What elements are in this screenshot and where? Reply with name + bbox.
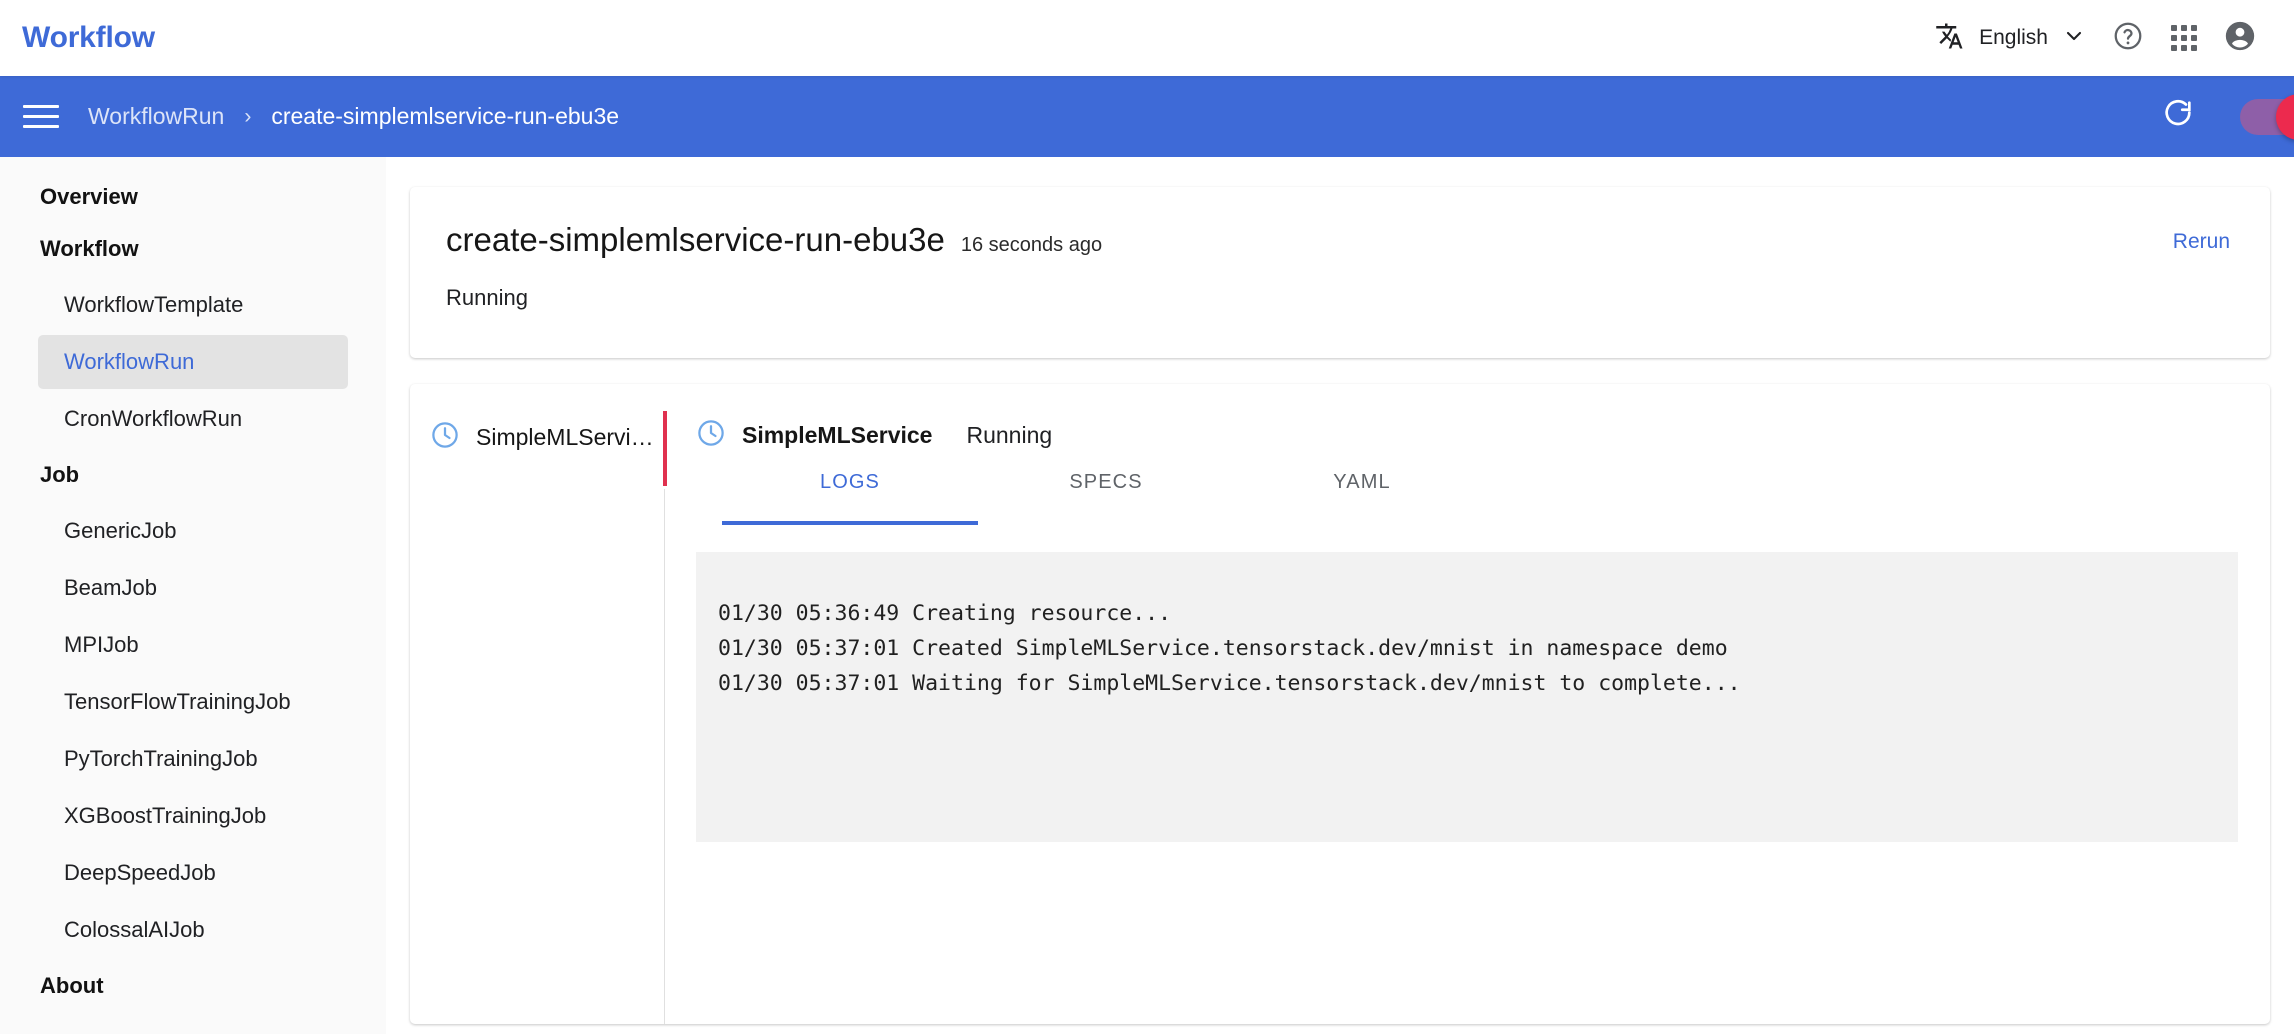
clock-icon xyxy=(696,418,726,453)
sidebar-item-deepspeedjob[interactable]: DeepSpeedJob xyxy=(38,846,348,900)
log-output[interactable]: 01/30 05:36:49 Creating resource... 01/3… xyxy=(696,552,2238,842)
sidebar-item-beamjob[interactable]: BeamJob xyxy=(38,561,348,615)
page-title: create-simplemlservice-run-ebu3e xyxy=(446,221,945,258)
node-list-panel: SimpleMLServi… xyxy=(410,384,667,1024)
account-circle-icon xyxy=(2223,19,2257,58)
sidebar-item-workflowtemplate[interactable]: WorkflowTemplate xyxy=(38,278,348,332)
apps-button[interactable] xyxy=(2156,10,2212,66)
node-item-simplemlservice[interactable]: SimpleMLServi… xyxy=(430,420,664,455)
status-badge: Running xyxy=(446,285,528,310)
tab-logs[interactable]: LOGS xyxy=(722,471,978,494)
chevron-down-icon xyxy=(2062,24,2086,53)
node-detail-header: SimpleMLService Running xyxy=(664,384,2270,453)
run-detail-card: SimpleMLServi… SimpleMLService Running L… xyxy=(410,384,2270,1024)
apps-grid-icon xyxy=(2171,25,2197,51)
sidebar-item-genericjob[interactable]: GenericJob xyxy=(38,504,348,558)
log-line: 01/30 05:37:01 Created SimpleMLService.t… xyxy=(718,636,1728,661)
tab-yaml[interactable]: YAML xyxy=(1234,471,1490,494)
translate-icon xyxy=(1935,21,1965,56)
breadcrumb-parent[interactable]: WorkflowRun xyxy=(88,103,224,130)
node-detail-panel: SimpleMLService Running LOGS SPECS YAML … xyxy=(664,384,2270,1024)
log-line: 01/30 05:36:49 Creating resource... xyxy=(718,601,1172,626)
tab-active-underline xyxy=(722,521,978,525)
sidebar-item-colossalaijob[interactable]: ColossalAIJob xyxy=(38,903,348,957)
node-item-label: SimpleMLServi… xyxy=(476,424,654,450)
sidebar-item-pytorchtrainingjob[interactable]: PyTorchTrainingJob xyxy=(38,732,348,786)
breadcrumb-current: create-simplemlservice-run-ebu3e xyxy=(271,103,620,129)
rerun-button[interactable]: Rerun xyxy=(2173,230,2230,254)
sidebar-item-tensorflowtrainingjob[interactable]: TensorFlowTrainingJob xyxy=(38,675,348,729)
node-detail-name: SimpleMLService xyxy=(742,422,933,448)
toggle-thumb xyxy=(2276,93,2294,140)
hamburger-menu-icon[interactable] xyxy=(18,94,64,140)
sidebar-heading-workflow[interactable]: Workflow xyxy=(0,223,386,275)
account-button[interactable] xyxy=(2212,10,2268,66)
clock-icon xyxy=(430,420,460,455)
header-actions: English xyxy=(1921,10,2294,66)
auto-refresh-toggle[interactable] xyxy=(2240,93,2294,140)
refresh-icon xyxy=(2161,97,2195,136)
run-summary-row: create-simplemlservice-run-ebu3e 16 seco… xyxy=(446,221,2234,259)
help-button[interactable] xyxy=(2100,10,2156,66)
app-bar: WorkflowRun › create-simplemlservice-run… xyxy=(0,76,2294,157)
detail-tabs: LOGS SPECS YAML xyxy=(664,471,2270,525)
app-bar-actions xyxy=(2150,89,2294,145)
sidebar-heading-about[interactable]: About xyxy=(0,960,386,1012)
app-brand[interactable]: Workflow xyxy=(22,21,155,55)
language-label: English xyxy=(1979,26,2048,49)
sidebar-item-workflowrun[interactable]: WorkflowRun xyxy=(38,335,348,389)
refresh-button[interactable] xyxy=(2150,89,2206,145)
breadcrumb: WorkflowRun › create-simplemlservice-run… xyxy=(88,103,619,130)
breadcrumb-separator: › xyxy=(244,104,252,128)
sidebar-item-xgboosttrainingjob[interactable]: XGBoostTrainingJob xyxy=(38,789,348,843)
sidebar-heading-overview[interactable]: Overview xyxy=(0,171,386,223)
sidebar: Overview Workflow WorkflowTemplate Workf… xyxy=(0,157,386,1034)
tab-specs[interactable]: SPECS xyxy=(978,471,1234,494)
main-content: create-simplemlservice-run-ebu3e 16 seco… xyxy=(386,157,2294,1034)
language-selector[interactable]: English xyxy=(1921,21,2100,56)
run-age: 16 seconds ago xyxy=(960,234,1103,256)
run-summary-card: create-simplemlservice-run-ebu3e 16 seco… xyxy=(410,187,2270,358)
node-detail-state: Running xyxy=(966,422,1053,448)
sidebar-item-cronworkflowrun[interactable]: CronWorkflowRun xyxy=(38,392,348,446)
log-line: 01/30 05:37:01 Waiting for SimpleMLServi… xyxy=(718,671,1741,696)
app-root: Workflow English WorkflowRun › create-si… xyxy=(0,0,2294,1034)
sidebar-item-mpijob[interactable]: MPIJob xyxy=(38,618,348,672)
top-header: Workflow English xyxy=(0,0,2294,76)
sidebar-heading-job[interactable]: Job xyxy=(0,449,386,501)
help-circle-icon xyxy=(2112,20,2144,57)
